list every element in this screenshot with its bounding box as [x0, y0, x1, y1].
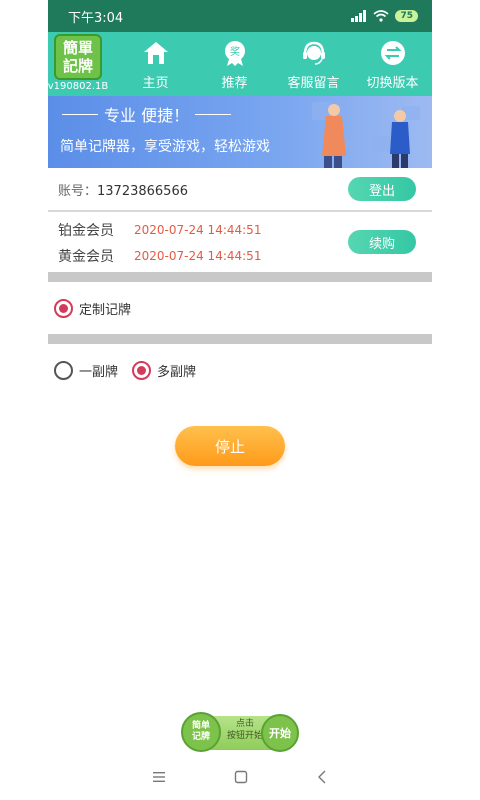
app-logo: 簡單 記牌 v190802.1B: [48, 32, 108, 96]
account-label: 账号：: [58, 183, 98, 199]
switch-icon: [378, 38, 408, 68]
banner-title: 专业 便捷！: [62, 102, 232, 126]
custom-option-row[interactable]: 定制记牌: [48, 282, 432, 334]
nav-label-home: 主页: [142, 75, 169, 91]
section-divider: [48, 272, 432, 282]
nav-label-switch: 切换版本: [366, 75, 419, 91]
headset-icon: [299, 38, 329, 68]
widget-hint-line1: 点击: [235, 719, 254, 729]
renew-button[interactable]: 续购: [348, 230, 416, 254]
widget-hint-line2: 按钮开始: [226, 731, 263, 741]
version-label: v190802.1B: [47, 81, 109, 92]
promo-banner[interactable]: 专业 便捷！ 简单记牌器，享受游戏，轻松游戏: [48, 96, 432, 168]
widget-start-button[interactable]: 开始: [261, 714, 299, 752]
signal-icon: [351, 10, 367, 22]
system-nav-bar: [0, 762, 480, 792]
account-info: 账号：13723866566: [58, 180, 188, 199]
single-deck-label: 一副牌: [79, 364, 119, 380]
logo-line1: 簡單: [62, 39, 93, 57]
custom-radio[interactable]: [54, 298, 73, 318]
floating-widget[interactable]: 简单 记牌 点击 按钮开始 开始: [181, 712, 299, 754]
stop-button[interactable]: 停止: [175, 426, 285, 466]
logo-box: 簡單 記牌: [54, 34, 102, 80]
home-icon: [141, 38, 171, 68]
nav-label-support: 客服留言: [287, 75, 340, 91]
banner-title-text: 专业 便捷！: [104, 106, 190, 125]
app-window: 下午3:04 75 簡單 記牌 v190802.1B 主页 奖 推荐 客服留言 …: [48, 0, 432, 800]
logo-line2: 記牌: [62, 57, 93, 75]
widget-logo: 简单 记牌: [181, 712, 221, 752]
status-icons: 75: [351, 10, 418, 22]
wifi-icon: [373, 10, 389, 22]
nav-item-support[interactable]: 客服留言: [278, 38, 350, 91]
banner-divider-right: [195, 113, 232, 115]
battery-badge: 75: [395, 10, 418, 22]
top-nav: 簡單 記牌 v190802.1B 主页 奖 推荐 客服留言 切换版本: [48, 32, 432, 96]
nav-item-home[interactable]: 主页: [120, 38, 192, 91]
member-expiry: 2020-07-24 14:44:51: [134, 223, 262, 237]
back-icon[interactable]: [316, 770, 328, 784]
status-bar: 下午3:04 75: [48, 0, 432, 32]
banner-subtitle: 简单记牌器，享受游戏，轻松游戏: [60, 139, 270, 155]
member-name: 黄金会员: [58, 249, 114, 265]
svg-text:奖: 奖: [230, 45, 240, 58]
award-icon: 奖: [220, 38, 250, 68]
widget-logo-line2: 记牌: [191, 732, 210, 742]
status-time: 下午3:04: [68, 10, 124, 26]
multi-deck-label: 多副牌: [157, 364, 197, 380]
custom-option-label: 定制记牌: [79, 302, 132, 318]
menu-icon[interactable]: [152, 771, 166, 783]
single-deck-radio[interactable]: [54, 360, 73, 380]
multi-deck-radio[interactable]: [132, 360, 152, 380]
member-name: 铂金会员: [58, 223, 114, 239]
nav-label-recommend: 推荐: [221, 75, 248, 91]
member-row-platinum: 铂金会员 2020-07-24 14:44:51: [58, 220, 261, 240]
account-value: 13723866566: [97, 183, 188, 199]
member-expiry: 2020-07-24 14:44:51: [134, 249, 262, 263]
home-nav-icon[interactable]: [234, 770, 248, 784]
nav-item-switch[interactable]: 切换版本: [357, 38, 429, 91]
widget-logo-line1: 简单: [191, 721, 210, 731]
section-divider: [48, 334, 432, 344]
membership-section: 铂金会员 2020-07-24 14:44:51 黄金会员 2020-07-24…: [48, 212, 432, 272]
deck-options-row: 一副牌 多副牌: [48, 344, 432, 396]
logout-button[interactable]: 登出: [348, 177, 416, 201]
banner-illustration: [312, 102, 420, 168]
banner-divider-left: [62, 113, 98, 115]
widget-hint: 点击 按钮开始: [225, 718, 265, 742]
nav-item-recommend[interactable]: 奖 推荐: [199, 38, 271, 91]
member-row-gold: 黄金会员 2020-07-24 14:44:51: [58, 246, 261, 266]
account-row: 账号：13723866566 登出: [48, 168, 432, 212]
nav-items: 主页 奖 推荐 客服留言 切换版本: [108, 38, 432, 91]
